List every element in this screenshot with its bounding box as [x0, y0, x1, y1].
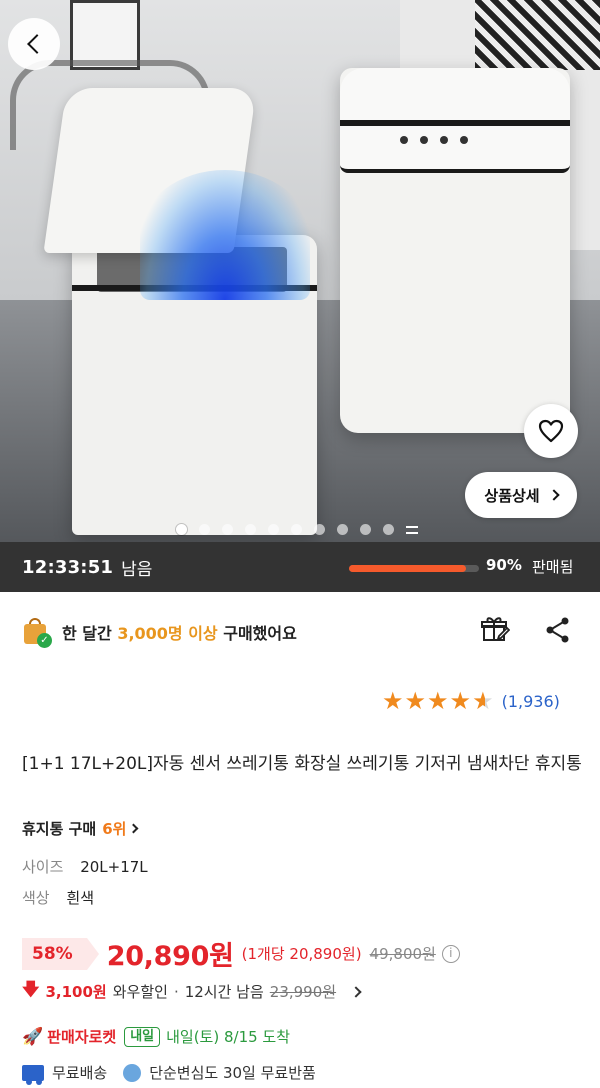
shopping-bag-icon: ✓ [22, 616, 54, 648]
share-icon[interactable] [544, 616, 572, 644]
arrival-date: 내일(토) 8/15 도착 [166, 1028, 291, 1046]
pagination-dot[interactable] [360, 524, 371, 535]
product-detail-label: 상품상세 [484, 486, 540, 505]
back-button[interactable] [8, 18, 60, 70]
rank-number: 6위 [102, 820, 127, 838]
perks-row: 무료배송 단순변심도 30일 무료반품 [22, 1062, 316, 1085]
pagination-dot[interactable] [314, 524, 325, 535]
bin-control-panel [400, 132, 500, 152]
sold-progress-bar [349, 565, 479, 572]
product-title: [1+1 17L+20L]자동 센서 쓰레기통 화장실 쓰레기통 기저귀 냄새차… [22, 754, 582, 774]
chevron-right-icon [547, 489, 560, 501]
houndstooth-pillow [475, 0, 600, 70]
category-rank-link[interactable]: 휴지통 구매 6위 [22, 818, 139, 839]
trash-bin-tall [340, 68, 570, 433]
pagination-dot[interactable] [268, 524, 279, 535]
wow-time-remaining: 12시간 남음 [184, 983, 264, 1001]
countdown-remain-label: 남음 [121, 559, 153, 580]
star-icon: ★ [382, 687, 404, 715]
free-shipping-label: 무료배송 [52, 1064, 108, 1082]
rating-stars: ★ ★ ★ ★ ★ [382, 688, 494, 714]
option-size-value: 20L+17L [80, 858, 148, 876]
wow-discount-amount: 3,100원 [45, 983, 107, 1001]
free-return-label: 단순변심도 30일 무료반품 [149, 1064, 316, 1082]
option-size: 사이즈 20L+17L [22, 856, 148, 877]
info-icon[interactable]: i [441, 944, 460, 963]
deal-timer-bar: 12:33:51 남음 90% 판매됨 [0, 542, 600, 592]
bin-band [340, 120, 570, 126]
pagination-dot[interactable] [245, 524, 256, 535]
gallery-pagination[interactable] [176, 524, 418, 535]
wow-discount-row[interactable]: 🡇 3,100원 와우할인 · 12시간 남음 23,990원 [22, 977, 362, 1006]
product-detail-button[interactable]: 상품상세 [465, 472, 577, 518]
star-icon: ★ [404, 687, 427, 715]
delivery-row: 🚀 판매자로켓 내일 내일(토) 8/15 도착 [22, 1026, 290, 1047]
star-icon: ★ [449, 687, 472, 715]
countdown-time: 12:33:51 [22, 556, 114, 578]
unit-price: (1개당 20,890원) [241, 945, 362, 963]
social-proof-count: 3,000명 이상 [117, 624, 218, 643]
rocket-icon: 🚀 [22, 1026, 44, 1047]
wishlist-button[interactable] [524, 404, 578, 458]
wow-discount-label: 와우할인 [112, 983, 168, 1001]
gift-icon[interactable] [480, 614, 510, 644]
heart-icon [538, 419, 564, 443]
original-price: 49,800원 [369, 945, 436, 963]
social-proof-text: 한 달간 3,000명 이상 구매했어요 [62, 620, 297, 644]
pagination-dot[interactable] [222, 524, 233, 535]
pagination-more-icon[interactable] [406, 525, 418, 534]
pagination-dot[interactable] [176, 524, 187, 535]
product-image-gallery[interactable]: 상품상세 [0, 0, 600, 542]
rocket-label: 판매자로켓 [47, 1028, 117, 1046]
wow-separator: · [173, 982, 179, 1001]
chevron-left-icon [27, 34, 47, 54]
sold-label: 판매됨 [532, 558, 574, 576]
social-proof-suffix: 구매했어요 [223, 624, 297, 643]
star-icon: ★ [427, 687, 449, 715]
pagination-dot[interactable] [383, 524, 394, 535]
option-color: 색상 흰색 [22, 887, 94, 908]
social-proof-row: ✓ 한 달간 3,000명 이상 구매했어요 [22, 612, 582, 652]
pagination-dot[interactable] [199, 524, 210, 535]
sensor-wave [140, 170, 310, 300]
social-proof-prefix: 한 달간 [62, 624, 112, 643]
rating-row[interactable]: ★ ★ ★ ★ ★ (1,936) [382, 688, 560, 714]
chevron-right-icon [350, 985, 362, 998]
chevron-right-icon [129, 823, 139, 834]
truck-icon [22, 1064, 44, 1085]
sale-price: 20,890원 [106, 941, 234, 972]
price-row: 58% 20,890원 (1개당 20,890원) 49,800원 i [22, 934, 592, 973]
option-color-value: 흰색 [66, 889, 94, 907]
rank-category: 휴지통 구매 [22, 820, 97, 838]
down-arrow-icon: 🡇 [22, 980, 40, 1000]
star-icon: ★ [472, 687, 494, 715]
review-count[interactable]: (1,936) [502, 692, 560, 711]
option-size-key: 사이즈 [22, 858, 64, 876]
option-color-key: 색상 [22, 889, 50, 907]
pagination-dot[interactable] [337, 524, 348, 535]
sold-progress-fill [349, 565, 466, 572]
tomorrow-badge: 내일 [124, 1026, 161, 1047]
return-icon [123, 1063, 142, 1082]
sold-percent: 90% [486, 556, 522, 574]
discount-badge: 58% [22, 937, 99, 970]
pagination-dot[interactable] [291, 524, 302, 535]
wow-original-price: 23,990원 [269, 983, 337, 1001]
